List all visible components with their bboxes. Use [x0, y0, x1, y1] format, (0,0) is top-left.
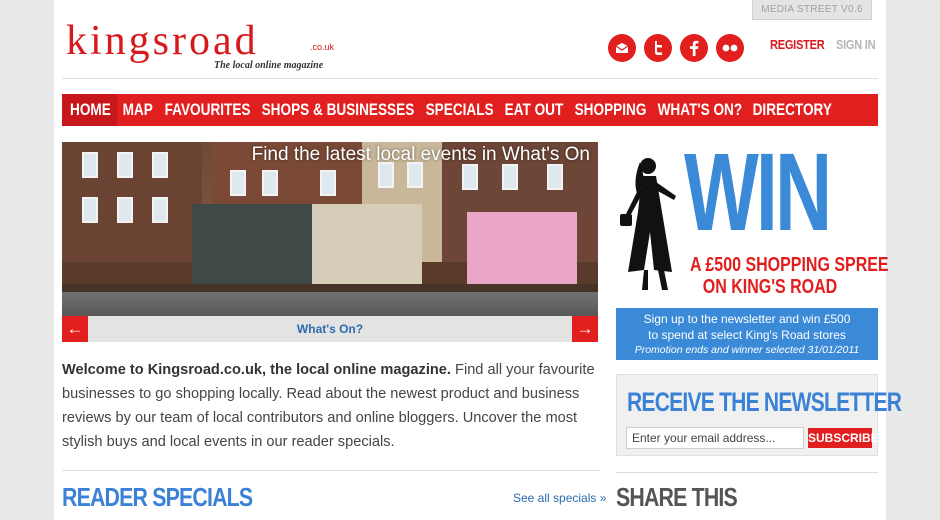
intro-lead: Welcome to Kingsroad.co.uk, the local on… [62, 362, 451, 378]
hero-window [117, 197, 133, 223]
hero-caption-bar [62, 284, 598, 316]
promo-details-box: Sign up to the newsletter and win £500 t… [616, 308, 878, 360]
promo-win-headline: WIN [684, 131, 832, 254]
reader-specials-title: READER SPECIALS [62, 482, 253, 512]
flickr-icon[interactable] [716, 34, 744, 62]
win-promo-banner[interactable]: WIN A £500 SHOPPING SPREE ON KING'S ROAD… [616, 138, 889, 360]
hero-window [547, 164, 563, 190]
main-nav: HOME MAP FAVOURITES SHOPS & BUSINESSES S… [62, 94, 878, 126]
hero-shopfront [312, 204, 422, 284]
hero-shopfront-flowers [467, 212, 577, 284]
hero-slider-bar: What's On? ← → [62, 316, 598, 342]
nav-item-favourites[interactable]: FAVOURITES [159, 94, 256, 126]
hero-window [152, 197, 168, 223]
hero-window [502, 164, 518, 190]
newsletter-signup: RECEIVE THE NEWSLETTER SUBSCRIBE [616, 374, 902, 456]
arrow-left-icon[interactable]: ← [62, 316, 88, 342]
newsletter-email-input[interactable] [626, 427, 804, 449]
see-all-specials-link[interactable]: See all specials » [513, 491, 606, 505]
subscribe-button[interactable]: SUBSCRIBE [808, 428, 879, 448]
slider-label[interactable]: What's On? [62, 316, 598, 342]
sidebar-divider [616, 472, 878, 473]
newsletter-title: RECEIVE THE NEWSLETTER [627, 387, 902, 417]
nav-item-specials[interactable]: SPECIALS [420, 94, 499, 126]
hero-window [82, 152, 98, 178]
hero-window [152, 152, 168, 178]
email-icon[interactable] [608, 34, 636, 62]
logo-domain: .co.uk [310, 42, 335, 52]
nav-item-shops-businesses[interactable]: SHOPS & BUSINESSES [256, 94, 420, 126]
logo-wordmark: kingsroad [66, 18, 259, 64]
hero-window [230, 170, 246, 196]
promo-prize-line2: ON KING'S ROAD [702, 276, 838, 298]
woman-silhouette-icon [620, 158, 676, 290]
signin-link[interactable]: SIGN IN [836, 37, 876, 52]
promo-details-line3: Promotion ends and winner selected 31/01… [634, 344, 860, 356]
version-tab[interactable]: MEDIA STREET V0.6 [752, 0, 872, 20]
nav-item-directory[interactable]: DIRECTORY [747, 94, 838, 126]
promo-details-line1: Sign up to the newsletter and win £500 [643, 312, 851, 326]
nav-item-eat-out[interactable]: EAT OUT [499, 94, 569, 126]
header-divider [62, 78, 878, 79]
nav-item-map[interactable]: MAP [117, 94, 158, 126]
facebook-icon[interactable] [680, 34, 708, 62]
logo-tagline: The local online magazine [214, 60, 324, 71]
arrow-right-icon[interactable]: → [572, 316, 598, 342]
nav-item-home[interactable]: HOME [62, 94, 118, 126]
hero-window [82, 197, 98, 223]
hero-window [320, 170, 336, 196]
hero-shopfront [192, 204, 312, 284]
nav-item-shopping[interactable]: SHOPPING [569, 94, 652, 126]
promo-prize-line1: A £500 SHOPPING SPREE [690, 254, 889, 276]
share-this-title: SHARE THIS [616, 482, 738, 512]
intro-paragraph: Welcome to Kingsroad.co.uk, the local on… [62, 358, 602, 454]
hero-image[interactable]: Find the latest local events in What's O… [62, 142, 598, 316]
content-divider [62, 470, 600, 471]
hero-window [262, 170, 278, 196]
hero-window [462, 164, 478, 190]
hero-caption[interactable]: Find the latest local events in What's O… [252, 144, 590, 166]
promo-details-line2: to spend at select King's Road stores [648, 328, 846, 342]
site-logo[interactable]: kingsroad .co.uk The local online magazi… [66, 20, 336, 76]
register-link[interactable]: REGISTER [770, 37, 825, 52]
hero-window [117, 152, 133, 178]
twitter-icon[interactable] [644, 34, 672, 62]
nav-item-whats-on[interactable]: WHAT'S ON? [652, 94, 748, 126]
